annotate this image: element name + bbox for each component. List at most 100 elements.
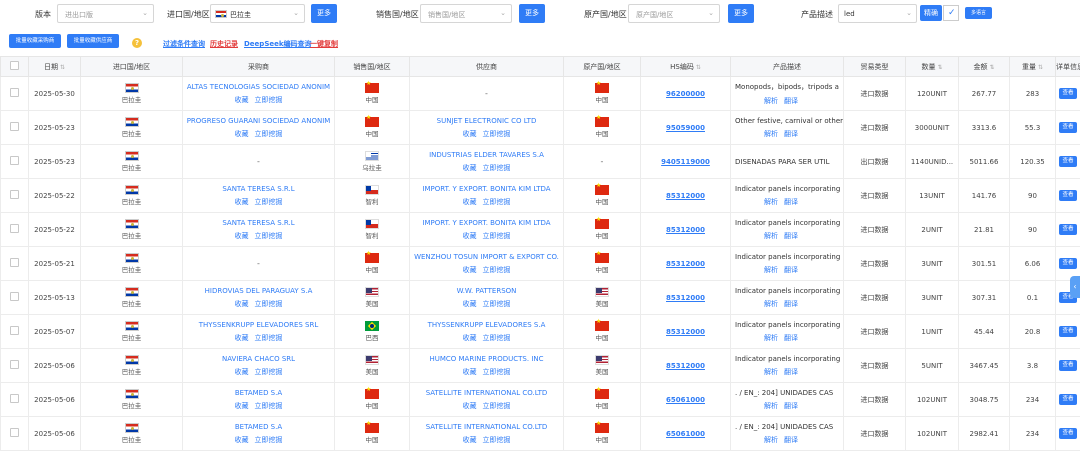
row-checkbox[interactable]: [10, 224, 19, 233]
collect-link[interactable]: 收藏: [463, 232, 477, 240]
row-checkbox[interactable]: [10, 326, 19, 335]
supplier-name-link[interactable]: IMPORT. Y EXPORT. BONITA KIM LTDA: [411, 185, 563, 193]
translate-link[interactable]: 翻译: [784, 198, 798, 206]
analyze-link[interactable]: 解析: [764, 97, 778, 105]
supplier-name-link[interactable]: W.W. PATTERSON: [411, 287, 563, 295]
collect-link[interactable]: 收藏: [235, 334, 249, 342]
supplier-name-link[interactable]: IMPORT. Y EXPORT. BONITA KIM LTDA: [411, 219, 563, 227]
hs-code-link[interactable]: 85312000: [666, 260, 705, 268]
view-detail-button[interactable]: 查看: [1059, 360, 1077, 371]
quantity-header[interactable]: 数量 ⇅: [905, 56, 959, 77]
buyer-name-link[interactable]: SANTA TERESA S.R.L: [184, 185, 334, 193]
supplier-name-link[interactable]: HUMCO MARINE PRODUCTS. INC: [411, 355, 563, 363]
collect-link[interactable]: 收藏: [235, 300, 249, 308]
sales-country-select[interactable]: 销售国/地区 ⌄: [420, 4, 512, 23]
mine-link[interactable]: 立即挖掘: [483, 164, 511, 172]
collect-link[interactable]: 收藏: [235, 130, 249, 138]
date-header[interactable]: 日期 ⇅: [28, 56, 81, 77]
analyze-link[interactable]: 解析: [764, 334, 778, 342]
row-checkbox[interactable]: [10, 190, 19, 199]
analyze-link[interactable]: 解析: [764, 368, 778, 376]
mine-link[interactable]: 立即挖掘: [255, 334, 283, 342]
collect-link[interactable]: 收藏: [235, 198, 249, 206]
select-all-header[interactable]: [0, 56, 29, 77]
import-country-select[interactable]: 巴拉圭 ⌄: [210, 4, 305, 23]
supplier-name-link[interactable]: SATELLITE INTERNATIONAL CO.LTD: [411, 389, 563, 397]
analyze-link[interactable]: 解析: [764, 266, 778, 274]
translate-link[interactable]: 翻译: [784, 232, 798, 240]
mine-link[interactable]: 立即挖掘: [483, 266, 511, 274]
mine-link[interactable]: 立即挖掘: [255, 402, 283, 410]
view-detail-button[interactable]: 查看: [1059, 258, 1077, 269]
origin-country-more-button[interactable]: 更多: [728, 4, 754, 23]
collect-link[interactable]: 收藏: [463, 334, 477, 342]
view-detail-button[interactable]: 查看: [1059, 88, 1077, 99]
hs-code-link[interactable]: 85312000: [666, 192, 705, 200]
deepseek-link[interactable]: DeepSeek编码查询: [244, 39, 312, 49]
translate-link[interactable]: 翻译: [784, 300, 798, 308]
collect-link[interactable]: 收藏: [463, 198, 477, 206]
version-select[interactable]: 进出口版 ⌄: [57, 4, 154, 23]
buyer-name-link[interactable]: BETAMED S.A: [184, 423, 334, 431]
row-checkbox[interactable]: [10, 122, 19, 131]
mine-link[interactable]: 立即挖掘: [483, 368, 511, 376]
analyze-link[interactable]: 解析: [764, 130, 778, 138]
weight-header[interactable]: 重量 ⇅: [1009, 56, 1056, 77]
mine-link[interactable]: 立即挖掘: [483, 130, 511, 138]
collect-link[interactable]: 收藏: [463, 368, 477, 376]
collect-link[interactable]: 收藏: [463, 402, 477, 410]
supplier-name-link[interactable]: SUNJET ELECTRONIC CO LTD: [411, 117, 563, 125]
analyze-link[interactable]: 解析: [764, 232, 778, 240]
sort-icon[interactable]: ⇅: [696, 64, 701, 71]
translate-link[interactable]: 翻译: [784, 97, 798, 105]
collect-link[interactable]: 收藏: [463, 300, 477, 308]
supplier-name-link[interactable]: THYSSENKRUPP ELEVADORES S.A: [411, 321, 563, 329]
analyze-link[interactable]: 解析: [764, 402, 778, 410]
batch-collect-supplier-button[interactable]: 批量收藏供应商: [67, 34, 119, 48]
view-detail-button[interactable]: 查看: [1059, 190, 1077, 201]
collect-link[interactable]: 收藏: [235, 96, 249, 104]
collect-link[interactable]: 收藏: [463, 436, 477, 444]
select-all-checkbox[interactable]: [10, 61, 19, 70]
collect-link[interactable]: 收藏: [235, 402, 249, 410]
analyze-link[interactable]: 解析: [764, 300, 778, 308]
multi-language-button[interactable]: 多语言: [965, 7, 992, 19]
hs-code-link[interactable]: 65061000: [666, 430, 705, 438]
sort-icon[interactable]: ⇅: [989, 64, 994, 71]
sales-country-more-button[interactable]: 更多: [519, 4, 545, 23]
translate-link[interactable]: 翻译: [784, 130, 798, 138]
hs-code-link[interactable]: 85312000: [666, 294, 705, 302]
mine-link[interactable]: 立即挖掘: [255, 368, 283, 376]
hs-code-header[interactable]: HS编码 ⇅: [640, 56, 731, 77]
row-checkbox[interactable]: [10, 258, 19, 267]
row-checkbox[interactable]: [10, 292, 19, 301]
mine-link[interactable]: 立即挖掘: [483, 300, 511, 308]
row-checkbox[interactable]: [10, 394, 19, 403]
batch-collect-buyer-button[interactable]: 批量收藏采购商: [9, 34, 61, 48]
mine-link[interactable]: 立即挖掘: [483, 334, 511, 342]
buyer-name-link[interactable]: NAVIERA CHACO SRL: [184, 355, 334, 363]
analyze-link[interactable]: 解析: [764, 198, 778, 206]
collect-link[interactable]: 收藏: [235, 232, 249, 240]
buyer-name-link[interactable]: ALTAS TECNOLOGIAS SOCIEDAD ANONIM: [184, 83, 334, 91]
mine-link[interactable]: 立即挖掘: [255, 130, 283, 138]
translate-link[interactable]: 翻译: [784, 402, 798, 410]
origin-country-select[interactable]: 原产国/地区 ⌄: [628, 4, 720, 23]
mine-link[interactable]: 立即挖掘: [483, 436, 511, 444]
sort-icon[interactable]: ⇅: [937, 64, 942, 71]
mine-link[interactable]: 立即挖掘: [255, 198, 283, 206]
history-link[interactable]: 历史记录: [210, 39, 238, 49]
supplier-name-link[interactable]: SATELLITE INTERNATIONAL CO.LTD: [411, 423, 563, 431]
view-detail-button[interactable]: 查看: [1059, 428, 1077, 439]
buyer-name-link[interactable]: PROGRESO GUARANI SOCIEDAD ANONIM: [184, 117, 334, 125]
help-icon[interactable]: ?: [132, 38, 142, 48]
exact-button[interactable]: 精确: [920, 5, 942, 21]
mine-link[interactable]: 立即挖掘: [483, 232, 511, 240]
mine-link[interactable]: 立即挖掘: [483, 402, 511, 410]
translate-link[interactable]: 翻译: [784, 368, 798, 376]
hs-code-link[interactable]: 96200000: [666, 90, 705, 98]
view-detail-button[interactable]: 查看: [1059, 122, 1077, 133]
mine-link[interactable]: 立即挖掘: [255, 96, 283, 104]
row-checkbox[interactable]: [10, 360, 19, 369]
collect-link[interactable]: 收藏: [235, 368, 249, 376]
